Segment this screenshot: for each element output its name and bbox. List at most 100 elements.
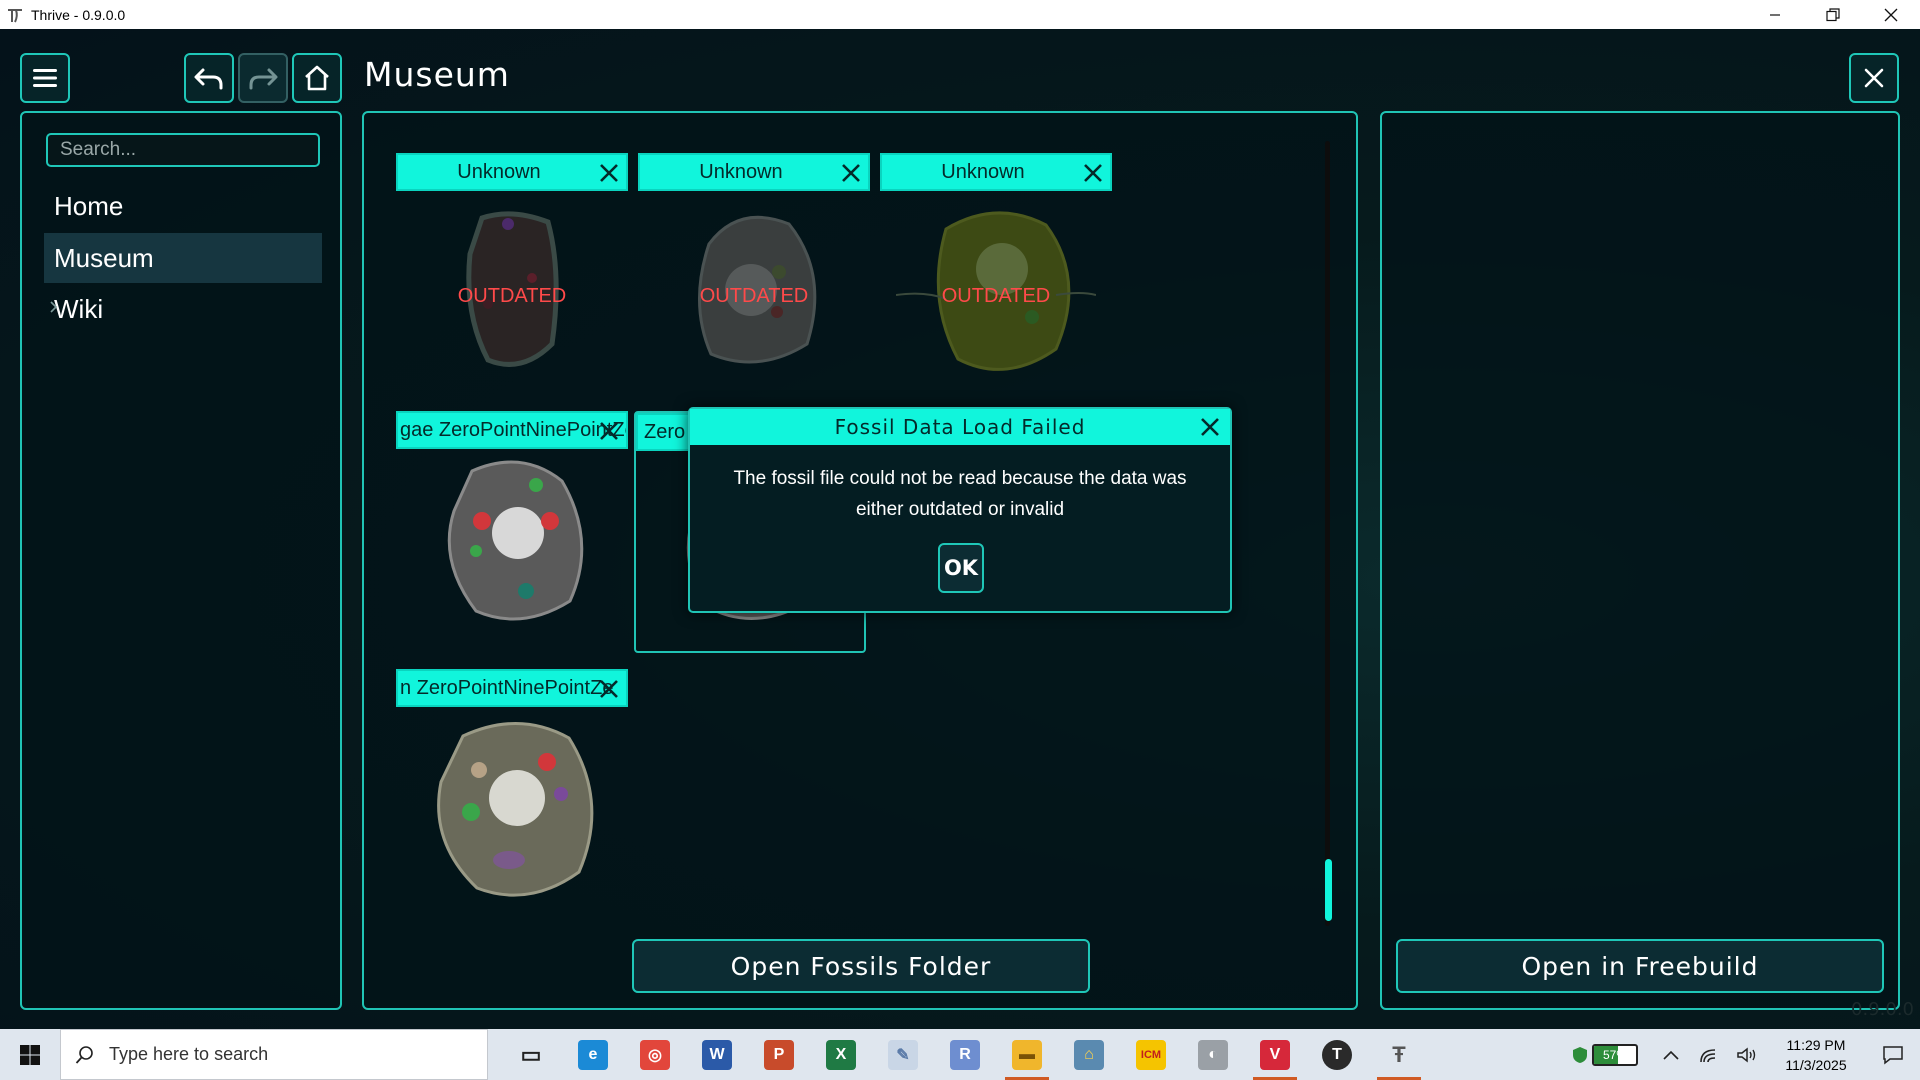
word-glyph: W — [702, 1039, 732, 1070]
fossil-preview: OUTDATED — [880, 191, 1112, 387]
delete-fossil-icon[interactable] — [596, 418, 622, 444]
vivaldi-browser-glyph: V — [1260, 1039, 1290, 1070]
close-icon[interactable] — [1862, 0, 1920, 29]
fossil-card-header: gae ZeroPointNinePointZe — [396, 411, 628, 449]
chrome-browser-icon[interactable]: ◎ — [624, 1029, 686, 1080]
compass-app-icon[interactable]: ◐ — [1182, 1029, 1244, 1080]
edge-browser-glyph: e — [578, 1039, 608, 1070]
vivaldi-browser-icon[interactable]: V — [1244, 1029, 1306, 1080]
fossil-details-panel: Open in Freebuild — [1380, 111, 1900, 1010]
paint-icon[interactable]: ✎ — [872, 1029, 934, 1080]
home-app-glyph: ⌂ — [1074, 1039, 1104, 1070]
battery-percent: 57% — [1602, 1047, 1628, 1062]
open-in-freebuild-button[interactable]: Open in Freebuild — [1396, 939, 1884, 993]
windows-start-icon[interactable] — [0, 1029, 60, 1080]
fossil-preview — [396, 707, 628, 907]
taskbar-search-box[interactable] — [60, 1029, 488, 1080]
delete-fossil-icon[interactable] — [838, 160, 864, 186]
chevron-up-icon[interactable] — [1652, 1029, 1690, 1080]
search-input[interactable] — [46, 133, 320, 167]
excel-icon[interactable]: X — [810, 1029, 872, 1080]
powerpoint-glyph: P — [764, 1039, 794, 1070]
wifi-icon[interactable] — [1690, 1029, 1728, 1080]
taskbar-apps: ▭ e ◎ W P X ✎ R ▬ ⌂ ICM ◐ V T Ŧ — [500, 1029, 1430, 1080]
page-title: Museum — [364, 55, 510, 94]
sidebar-item-home[interactable]: Home — [44, 181, 322, 231]
cell-image — [437, 722, 594, 897]
thrive-app-icon[interactable]: Ŧ — [1368, 1029, 1430, 1080]
taskbar: ▭ e ◎ W P X ✎ R ▬ ⌂ ICM ◐ V T Ŧ 57% 11:29 PM 11/3/2025 — [0, 1029, 1920, 1080]
notification-icon[interactable] — [1866, 1029, 1920, 1080]
fossil-card[interactable]: Unknown OUTDATED — [880, 153, 1112, 387]
ok-button[interactable]: OK — [938, 543, 984, 593]
fossil-name: gae ZeroPointNinePointZe — [400, 418, 628, 441]
word-icon[interactable]: W — [686, 1029, 748, 1080]
dialog-message: The fossil file could not be read becaus… — [733, 468, 1187, 520]
close-icon[interactable] — [1196, 413, 1224, 441]
powerpoint-icon[interactable]: P — [748, 1029, 810, 1080]
battery-indicator[interactable]: 57% — [1572, 1043, 1638, 1066]
outdated-label: OUTDATED — [941, 285, 1051, 307]
sidebar-item-wiki[interactable]: Wiki — [44, 284, 322, 334]
taskbar-search-input[interactable] — [109, 1044, 449, 1065]
home-app-icon[interactable]: ⌂ — [1058, 1029, 1120, 1080]
thrive-app-icon — [5, 5, 25, 25]
fossil-card[interactable]: n ZeroPointNinePointZe — [396, 669, 628, 907]
close-icon — [1864, 68, 1884, 88]
fossil-card[interactable]: Unknown OUTDATED — [396, 153, 628, 387]
sidebar-item-label: Wiki — [54, 293, 104, 324]
fossil-name: Unknown — [457, 160, 541, 183]
search-icon — [75, 1045, 93, 1064]
file-explorer-icon[interactable]: ▬ — [996, 1029, 1058, 1080]
fossil-card[interactable]: Unknown OUTDATED — [638, 153, 870, 387]
r-app-icon[interactable]: R — [934, 1029, 996, 1080]
home-icon — [305, 65, 329, 91]
close-museum-button[interactable] — [1849, 53, 1899, 103]
outdated-label: OUTDATED — [457, 285, 567, 307]
edge-browser-icon[interactable]: e — [562, 1029, 624, 1080]
restore-icon[interactable] — [1804, 0, 1862, 29]
task-view-icon[interactable]: ▭ — [500, 1029, 562, 1080]
sidebar-item-label: Home — [54, 190, 124, 221]
t-app-icon[interactable]: T — [1306, 1029, 1368, 1080]
fossil-preview: OUTDATED — [638, 191, 870, 387]
dialog-title: Fossil Data Load Failed — [834, 415, 1086, 439]
fossil-card-header: Unknown — [880, 153, 1112, 191]
paint-glyph: ✎ — [888, 1039, 918, 1070]
minimize-icon[interactable] — [1746, 0, 1804, 29]
hamburger-menu-icon — [33, 69, 57, 87]
menu-button[interactable] — [20, 53, 70, 103]
delete-fossil-icon[interactable] — [596, 160, 622, 186]
fossil-preview: OUTDATED — [396, 191, 628, 387]
scrollbar-track[interactable] — [1325, 141, 1330, 926]
t-app-glyph: T — [1322, 1039, 1352, 1070]
fossil-card-header: Unknown — [638, 153, 870, 191]
fossil-name: Unknown — [699, 160, 783, 183]
cell-image — [447, 460, 584, 621]
sidebar-item-museum[interactable]: Museum — [44, 233, 322, 283]
home-button[interactable] — [292, 53, 342, 103]
icm-app-glyph: ICM — [1136, 1039, 1166, 1070]
icm-app-icon[interactable]: ICM — [1120, 1029, 1182, 1080]
delete-fossil-icon[interactable] — [1080, 160, 1106, 186]
thrive-app-glyph: Ŧ — [1392, 1041, 1406, 1067]
window-titlebar: Thrive - 0.9.0.0 — [0, 0, 1920, 29]
fossil-name: n ZeroPointNinePointZe — [400, 676, 614, 699]
file-explorer-glyph: ▬ — [1012, 1039, 1042, 1070]
error-dialog: Fossil Data Load Failed The fossil file … — [688, 407, 1232, 613]
volume-icon[interactable] — [1728, 1029, 1766, 1080]
taskbar-clock[interactable]: 11:29 PM 11/3/2025 — [1766, 1035, 1866, 1075]
sidebar-panel: Home Museum Wiki — [20, 111, 342, 1010]
back-button[interactable] — [184, 53, 234, 103]
open-fossils-folder-button[interactable]: Open Fossils Folder — [632, 939, 1090, 993]
fossil-card-header: n ZeroPointNinePointZe — [396, 669, 628, 707]
shield-icon — [1573, 1046, 1587, 1063]
version-watermark: 0.9.0.0 — [1851, 999, 1914, 1020]
fossil-card[interactable]: gae ZeroPointNinePointZe — [396, 411, 628, 629]
game-area: Museum Home Museum Wiki Unknown — [0, 29, 1920, 1029]
scrollbar-thumb[interactable] — [1325, 859, 1332, 921]
forward-button[interactable] — [238, 53, 288, 103]
system-tray: 57% 11:29 PM 11/3/2025 — [1572, 1029, 1920, 1080]
chevron-right-icon[interactable] — [50, 300, 58, 318]
delete-fossil-icon[interactable] — [596, 676, 622, 702]
